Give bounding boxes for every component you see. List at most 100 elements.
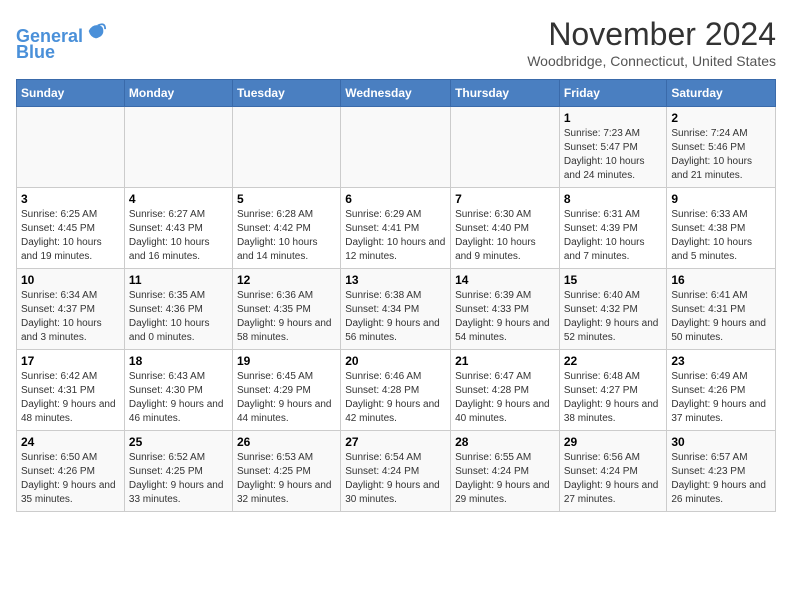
day-info: Sunrise: 6:25 AMSunset: 4:45 PMDaylight:… (21, 208, 120, 264)
day-info: Sunrise: 6:39 AMSunset: 4:33 PMDaylight:… (455, 289, 555, 345)
calendar-cell: 26 Sunrise: 6:53 AMSunset: 4:25 PMDayligh… (232, 431, 340, 512)
day-number: 7 (455, 192, 555, 206)
day-info: Sunrise: 6:43 AMSunset: 4:30 PMDaylight:… (129, 370, 228, 426)
day-number: 25 (129, 435, 228, 449)
day-number: 9 (671, 192, 771, 206)
calendar-cell: 13Sunrise: 6:38 AMSunset: 4:34 PMDayligh… (341, 269, 451, 350)
day-number: 29 (564, 435, 663, 449)
day-info: Sunrise: 6:55 AMSunset: 4:24 PMDaylight:… (455, 451, 555, 507)
day-info: Sunrise: 6:42 AMSunset: 4:31 PMDaylight:… (21, 370, 120, 426)
day-number: 11 (129, 273, 228, 287)
calendar-cell: 17 Sunrise: 6:42 AMSunset: 4:31 PMDayligh… (17, 350, 125, 431)
calendar-cell: 21 Sunrise: 6:47 AMSunset: 4:28 PMDayligh… (451, 350, 560, 431)
calendar-week-row: 3Sunrise: 6:25 AMSunset: 4:45 PMDaylight… (17, 188, 776, 269)
day-info: Sunrise: 6:27 AMSunset: 4:43 PMDaylight:… (129, 208, 228, 264)
day-info: Sunrise: 6:36 AMSunset: 4:35 PMDaylight:… (237, 289, 336, 345)
day-info: Sunrise: 6:35 AMSunset: 4:36 PMDaylight:… (129, 289, 228, 345)
day-info: Sunrise: 6:53 AMSunset: 4:25 PMDaylight:… (237, 451, 336, 507)
calendar-cell: 30Sunrise: 6:57 AMSunset: 4:23 PMDayligh… (667, 431, 776, 512)
header: General Blue November 2024 Woodbridge, C… (16, 16, 776, 69)
calendar-cell: 6 Sunrise: 6:29 AMSunset: 4:41 PMDaylight… (341, 188, 451, 269)
title-block: November 2024 Woodbridge, Connecticut, U… (527, 16, 776, 69)
day-info: Sunrise: 6:31 AMSunset: 4:39 PMDaylight:… (564, 208, 663, 264)
weekday-header: Wednesday (341, 80, 451, 107)
weekday-header: Tuesday (232, 80, 340, 107)
day-number: 30 (671, 435, 771, 449)
day-info: Sunrise: 6:45 AMSunset: 4:29 PMDaylight:… (237, 370, 336, 426)
calendar-cell: 29 Sunrise: 6:56 AMSunset: 4:24 PMDayligh… (559, 431, 667, 512)
day-number: 24 (21, 435, 120, 449)
main-title: November 2024 (527, 16, 776, 53)
day-info: Sunrise: 6:34 AMSunset: 4:37 PMDaylight:… (21, 289, 120, 345)
calendar-cell: 20Sunrise: 6:46 AMSunset: 4:28 PMDayligh… (341, 350, 451, 431)
calendar-cell: 1 Sunrise: 7:23 AMSunset: 5:47 PMDaylight… (559, 107, 667, 188)
day-info: Sunrise: 6:54 AMSunset: 4:24 PMDaylight:… (345, 451, 446, 507)
calendar-cell (232, 107, 340, 188)
calendar-cell: 8 Sunrise: 6:31 AMSunset: 4:39 PMDaylight… (559, 188, 667, 269)
calendar-cell: 4 Sunrise: 6:27 AMSunset: 4:43 PMDaylight… (124, 188, 232, 269)
day-number: 26 (237, 435, 336, 449)
day-number: 6 (345, 192, 446, 206)
day-number: 17 (21, 354, 120, 368)
day-info: Sunrise: 6:29 AMSunset: 4:41 PMDaylight:… (345, 208, 446, 264)
calendar-cell: 16 Sunrise: 6:41 AMSunset: 4:31 PMDayligh… (667, 269, 776, 350)
calendar-cell (17, 107, 125, 188)
weekday-header: Monday (124, 80, 232, 107)
weekday-header: Saturday (667, 80, 776, 107)
calendar-cell: 22 Sunrise: 6:48 AMSunset: 4:27 PMDayligh… (559, 350, 667, 431)
day-number: 1 (564, 111, 663, 125)
day-number: 8 (564, 192, 663, 206)
calendar-cell: 15Sunrise: 6:40 AMSunset: 4:32 PMDayligh… (559, 269, 667, 350)
day-number: 21 (455, 354, 555, 368)
day-info: Sunrise: 7:24 AMSunset: 5:46 PMDaylight:… (671, 127, 771, 183)
day-number: 18 (129, 354, 228, 368)
subtitle: Woodbridge, Connecticut, United States (527, 53, 776, 69)
header-row: SundayMondayTuesdayWednesdayThursdayFrid… (17, 80, 776, 107)
calendar-table: SundayMondayTuesdayWednesdayThursdayFrid… (16, 79, 776, 512)
calendar-cell: 10 Sunrise: 6:34 AMSunset: 4:37 PMDayligh… (17, 269, 125, 350)
day-number: 20 (345, 354, 446, 368)
weekday-header: Thursday (451, 80, 560, 107)
logo: General Blue (16, 20, 107, 63)
day-number: 23 (671, 354, 771, 368)
day-info: Sunrise: 6:41 AMSunset: 4:31 PMDaylight:… (671, 289, 771, 345)
day-number: 13 (345, 273, 446, 287)
day-info: Sunrise: 6:50 AMSunset: 4:26 PMDaylight:… (21, 451, 120, 507)
calendar-cell: 27 Sunrise: 6:54 AMSunset: 4:24 PMDayligh… (341, 431, 451, 512)
day-info: Sunrise: 6:47 AMSunset: 4:28 PMDaylight:… (455, 370, 555, 426)
day-number: 10 (21, 273, 120, 287)
calendar-cell: 9Sunrise: 6:33 AMSunset: 4:38 PMDaylight… (667, 188, 776, 269)
day-number: 12 (237, 273, 336, 287)
calendar-cell: 12 Sunrise: 6:36 AMSunset: 4:35 PMDayligh… (232, 269, 340, 350)
calendar-week-row: 24 Sunrise: 6:50 AMSunset: 4:26 PMDayligh… (17, 431, 776, 512)
day-number: 5 (237, 192, 336, 206)
day-info: Sunrise: 6:40 AMSunset: 4:32 PMDaylight:… (564, 289, 663, 345)
calendar-cell: 7 Sunrise: 6:30 AMSunset: 4:40 PMDaylight… (451, 188, 560, 269)
day-number: 16 (671, 273, 771, 287)
day-number: 14 (455, 273, 555, 287)
calendar-cell (341, 107, 451, 188)
calendar-cell: 28 Sunrise: 6:55 AMSunset: 4:24 PMDayligh… (451, 431, 560, 512)
day-number: 28 (455, 435, 555, 449)
day-number: 22 (564, 354, 663, 368)
weekday-header: Sunday (17, 80, 125, 107)
calendar-cell: 18 Sunrise: 6:43 AMSunset: 4:30 PMDayligh… (124, 350, 232, 431)
weekday-header: Friday (559, 80, 667, 107)
day-info: Sunrise: 6:48 AMSunset: 4:27 PMDaylight:… (564, 370, 663, 426)
day-info: Sunrise: 7:23 AMSunset: 5:47 PMDaylight:… (564, 127, 663, 183)
calendar-cell: 2Sunrise: 7:24 AMSunset: 5:46 PMDaylight… (667, 107, 776, 188)
calendar-cell: 11 Sunrise: 6:35 AMSunset: 4:36 PMDayligh… (124, 269, 232, 350)
calendar-cell: 3Sunrise: 6:25 AMSunset: 4:45 PMDaylight… (17, 188, 125, 269)
calendar-cell: 23Sunrise: 6:49 AMSunset: 4:26 PMDayligh… (667, 350, 776, 431)
calendar-week-row: 1 Sunrise: 7:23 AMSunset: 5:47 PMDaylight… (17, 107, 776, 188)
day-info: Sunrise: 6:56 AMSunset: 4:24 PMDaylight:… (564, 451, 663, 507)
calendar-cell: 19Sunrise: 6:45 AMSunset: 4:29 PMDayligh… (232, 350, 340, 431)
calendar-cell: 5Sunrise: 6:28 AMSunset: 4:42 PMDaylight… (232, 188, 340, 269)
day-info: Sunrise: 6:30 AMSunset: 4:40 PMDaylight:… (455, 208, 555, 264)
calendar-week-row: 10 Sunrise: 6:34 AMSunset: 4:37 PMDayligh… (17, 269, 776, 350)
day-number: 4 (129, 192, 228, 206)
day-number: 27 (345, 435, 446, 449)
calendar-cell (124, 107, 232, 188)
calendar-cell (451, 107, 560, 188)
calendar-week-row: 17 Sunrise: 6:42 AMSunset: 4:31 PMDayligh… (17, 350, 776, 431)
